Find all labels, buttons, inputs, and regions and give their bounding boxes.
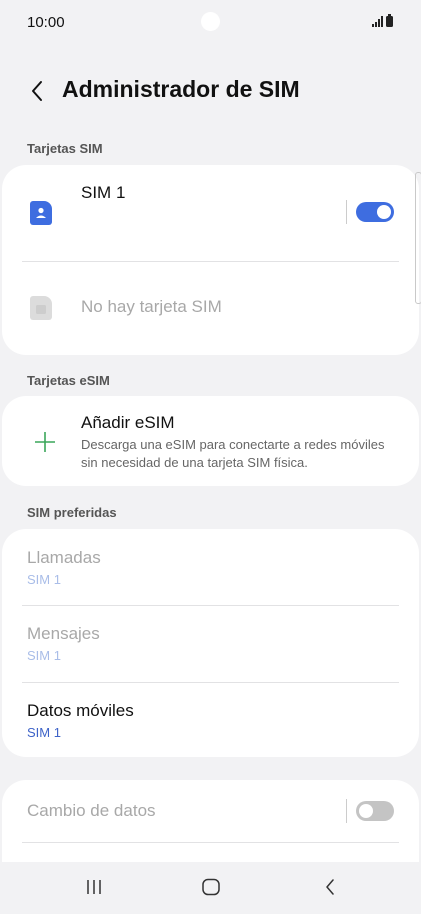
section-label-sim-cards: Tarjetas SIM (27, 141, 103, 156)
home-icon (202, 878, 220, 896)
section-label-preferred-sim: SIM preferidas (27, 505, 117, 520)
toggle-separator (346, 200, 347, 224)
scrollbar[interactable] (415, 172, 421, 304)
nav-back-button[interactable] (310, 872, 350, 902)
toggle-separator (346, 799, 347, 823)
status-time: 10:00 (27, 14, 65, 31)
empty-sim-slot-row: No hay tarjeta SIM (2, 262, 419, 355)
navigation-bar (0, 862, 421, 914)
back-icon (326, 879, 334, 895)
mobile-data-value: SIM 1 (27, 725, 61, 740)
add-esim-title: Añadir eSIM (81, 413, 175, 432)
battery-icon (386, 14, 393, 27)
preferred-sim-card: Llamadas SIM 1 Mensajes SIM 1 Datos móvi… (2, 529, 419, 757)
messages-value: SIM 1 (27, 648, 61, 663)
sim1-label: SIM 1 (81, 183, 126, 202)
sim-cards-card: SIM 1 No hay tarjeta SIM (2, 165, 419, 355)
preferred-calls-row: Llamadas SIM 1 (2, 529, 419, 605)
empty-sim-label: No hay tarjeta SIM (81, 297, 222, 316)
data-switch-toggle[interactable] (356, 801, 394, 821)
toggle-knob (359, 804, 373, 818)
app-header: Administrador de SIM (0, 66, 421, 114)
plus-icon (35, 432, 55, 452)
add-esim-description: Descarga una eSIM para conectarte a rede… (81, 437, 385, 470)
mobile-data-label: Datos móviles (27, 701, 134, 720)
toggle-knob (377, 205, 391, 219)
sim-card-icon (30, 296, 52, 320)
recent-apps-button[interactable] (74, 872, 114, 902)
esim-card: Añadir eSIM Descarga una eSIM para conec… (2, 396, 419, 486)
chevron-left-icon (32, 81, 42, 101)
section-label-esim-cards: Tarjetas eSIM (27, 373, 110, 388)
data-switch-card: Cambio de datos (2, 780, 419, 862)
data-switch-label: Cambio de datos (27, 801, 156, 820)
page-title: Administrador de SIM (62, 76, 300, 102)
sim-card-icon (30, 201, 52, 225)
sim1-toggle[interactable] (356, 202, 394, 222)
calls-value: SIM 1 (27, 572, 61, 587)
data-switch-row: Cambio de datos (2, 780, 419, 842)
divider (22, 842, 399, 843)
recent-apps-icon (87, 880, 101, 894)
status-icons (372, 14, 393, 27)
messages-label: Mensajes (27, 624, 100, 643)
calls-label: Llamadas (27, 548, 101, 567)
add-esim-row[interactable]: Añadir eSIM Descarga una eSIM para conec… (2, 396, 419, 486)
preferred-mobile-data-row[interactable]: Datos móviles SIM 1 (2, 683, 419, 757)
status-bar: 10:00 (0, 0, 421, 46)
preferred-messages-row: Mensajes SIM 1 (2, 606, 419, 682)
back-button[interactable] (22, 76, 52, 106)
home-button[interactable] (191, 872, 231, 902)
signal-icon (372, 15, 383, 27)
sim1-row[interactable]: SIM 1 (2, 165, 419, 261)
camera-cutout (201, 12, 220, 31)
